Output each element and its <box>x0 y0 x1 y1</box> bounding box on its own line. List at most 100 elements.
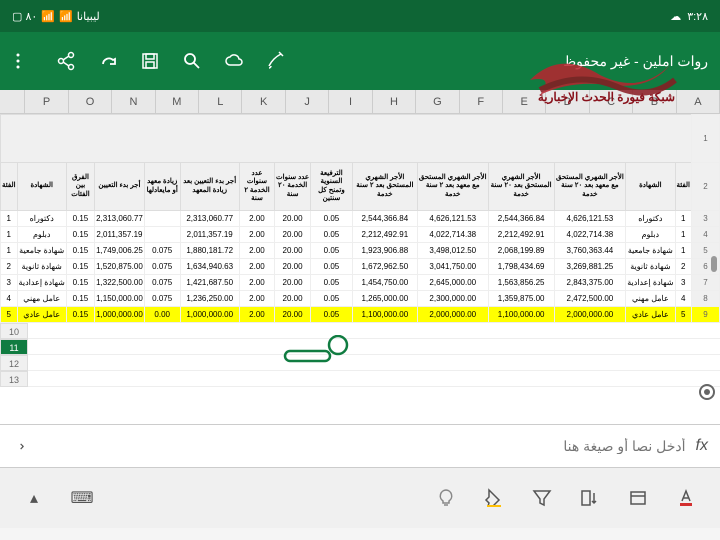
cell[interactable]: 1,100,000.00 <box>352 307 417 323</box>
header-cell[interactable]: زيادة معهد أو مايعادلها <box>144 163 180 211</box>
cell[interactable]: 2.00 <box>239 307 274 323</box>
col-F[interactable]: F <box>460 90 503 113</box>
header-cell[interactable]: أجر بدء التعيين <box>95 163 145 211</box>
menu-icon[interactable] <box>12 49 36 73</box>
cell[interactable]: 0.075 <box>144 291 180 307</box>
cell[interactable]: 2,544,366.84 <box>488 211 554 227</box>
cell[interactable]: 2,313,060.77 <box>180 211 239 227</box>
cell[interactable]: 2,068,199.89 <box>488 243 554 259</box>
expand-icon[interactable]: ▴ <box>20 484 48 512</box>
scroll-thumb[interactable] <box>711 256 717 272</box>
cell[interactable]: دكتوراه <box>626 211 675 227</box>
col-L[interactable]: L <box>199 90 242 113</box>
col-A[interactable]: A <box>677 90 720 113</box>
empty-row[interactable]: 10 <box>0 323 720 339</box>
formula-input[interactable] <box>24 438 686 454</box>
cell[interactable]: 0.15 <box>66 259 94 275</box>
cell[interactable]: 1 <box>675 227 691 243</box>
cell[interactable]: 2.00 <box>239 291 274 307</box>
cell[interactable]: 2.00 <box>239 259 274 275</box>
cell[interactable]: 1,322,500.00 <box>95 275 145 291</box>
header-cell[interactable]: الترفيعة السنوية وتمنح كل سنتين <box>311 163 353 211</box>
col-H[interactable]: H <box>373 90 416 113</box>
cell[interactable]: 3,041,750.00 <box>417 259 488 275</box>
cell[interactable]: 0.075 <box>144 275 180 291</box>
header-cell[interactable]: الشهادة <box>626 163 675 211</box>
cell[interactable] <box>144 227 180 243</box>
cell[interactable]: 3,269,881.25 <box>554 259 626 275</box>
save-icon[interactable] <box>138 49 162 73</box>
cell[interactable]: عامل عادي <box>17 307 66 323</box>
cell[interactable]: 1,236,250.00 <box>180 291 239 307</box>
cell[interactable]: 0.15 <box>66 275 94 291</box>
col-I[interactable]: I <box>329 90 372 113</box>
table-row[interactable]: 84عامل مهني2,472,500.001,359,875.002,300… <box>1 291 720 307</box>
cloud-icon[interactable] <box>222 49 246 73</box>
cell[interactable]: 1,454,750.00 <box>352 275 417 291</box>
filter-icon[interactable] <box>528 484 556 512</box>
cell[interactable]: 1,798,434.69 <box>488 259 554 275</box>
cell[interactable]: 1,672,962.50 <box>352 259 417 275</box>
cell[interactable]: 20.00 <box>275 275 311 291</box>
cell[interactable]: 4,022,714.38 <box>417 227 488 243</box>
cell[interactable]: 1 <box>675 243 691 259</box>
cell[interactable]: 1,923,906.88 <box>352 243 417 259</box>
cell[interactable]: 1 <box>1 211 18 227</box>
cell[interactable]: 1 <box>1 227 18 243</box>
font-color-icon[interactable] <box>672 484 700 512</box>
cell[interactable]: 0.05 <box>311 211 353 227</box>
cell[interactable]: 2,300,000.00 <box>417 291 488 307</box>
row-1[interactable]: 1 <box>1 115 720 163</box>
card-view-icon[interactable] <box>624 484 652 512</box>
search-icon[interactable] <box>180 49 204 73</box>
cell[interactable]: 0.075 <box>144 259 180 275</box>
cell[interactable]: 4,022,714.38 <box>554 227 626 243</box>
cell[interactable]: 5 <box>675 307 691 323</box>
document-title[interactable]: روات املين - غير محفوظ <box>563 53 708 70</box>
cell[interactable]: 20.00 <box>275 227 311 243</box>
cell[interactable]: 4,626,121.53 <box>417 211 488 227</box>
spreadsheet[interactable]: 1 2الفئةالشهادةالأجر الشهري المستحق مع م… <box>0 114 720 424</box>
cell[interactable]: 1,563,856.25 <box>488 275 554 291</box>
col-P[interactable]: P <box>25 90 68 113</box>
highlight-icon[interactable] <box>480 484 508 512</box>
header-cell[interactable]: عدد سنوات الخدمة ٢٠ سنة <box>275 163 311 211</box>
header-cell[interactable]: الأجر الشهري المستحق بعد ٢ سنة خدمة <box>352 163 417 211</box>
header-cell[interactable]: الأجر الشهري المستحق بعد ٢٠ سنة خدمة <box>488 163 554 211</box>
table-row[interactable]: 31دكتوراه4,626,121.532,544,366.844,626,1… <box>1 211 720 227</box>
cell[interactable]: 0.05 <box>311 243 353 259</box>
col-N[interactable]: N <box>112 90 155 113</box>
header-cell[interactable]: الفئة <box>675 163 691 211</box>
cell[interactable]: شهادة ثانوية <box>626 259 675 275</box>
cell[interactable]: 5 <box>1 307 18 323</box>
cell[interactable]: شهادة إعدادية <box>17 275 66 291</box>
col-G[interactable]: G <box>416 90 459 113</box>
empty-row[interactable]: 13 <box>0 371 720 387</box>
cell[interactable]: 2 <box>675 259 691 275</box>
cell[interactable]: 0.15 <box>66 307 94 323</box>
header-cell[interactable]: الأجر الشهري المستحق مع معهد بعد ٢٠ سنة … <box>554 163 626 211</box>
col-M[interactable]: M <box>156 90 199 113</box>
cell[interactable]: 2.00 <box>239 211 274 227</box>
cell[interactable]: 1,265,000.00 <box>352 291 417 307</box>
cell[interactable] <box>144 211 180 227</box>
cell[interactable]: شهادة ثانوية <box>17 259 66 275</box>
cell[interactable]: دبلوم <box>626 227 675 243</box>
header-cell[interactable]: الأجر الشهري المستحق مع معهد بعد ٢ سنة خ… <box>417 163 488 211</box>
col-K[interactable]: K <box>242 90 285 113</box>
cell[interactable]: 3 <box>1 275 18 291</box>
cell[interactable]: 2,011,357.19 <box>180 227 239 243</box>
cell[interactable]: 1,749,006.25 <box>95 243 145 259</box>
cell[interactable]: 0.05 <box>311 275 353 291</box>
cell[interactable]: 1,359,875.00 <box>488 291 554 307</box>
cell[interactable]: 1,000,000.00 <box>180 307 239 323</box>
table-row[interactable]: 73شهادة إعدادية2,843,375.001,563,856.252… <box>1 275 720 291</box>
cell[interactable]: 0.05 <box>311 259 353 275</box>
cell[interactable]: دبلوم <box>17 227 66 243</box>
cell[interactable]: 4 <box>1 291 18 307</box>
col-J[interactable]: J <box>286 90 329 113</box>
table-row[interactable]: 95عامل عادي2,000,000.001,100,000.002,000… <box>1 307 720 323</box>
header-cell[interactable]: الشهادة <box>17 163 66 211</box>
cell[interactable]: 2,000,000.00 <box>417 307 488 323</box>
empty-row[interactable]: 11 <box>0 339 720 355</box>
